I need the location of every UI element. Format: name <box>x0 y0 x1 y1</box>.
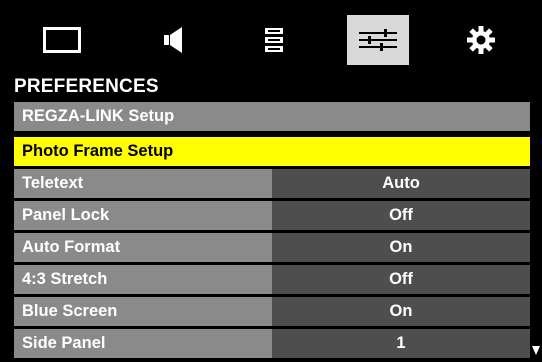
menu-item-value[interactable]: On <box>272 297 530 326</box>
menu-item-label: REGZA-LINK Setup <box>14 102 530 131</box>
menu-item-label: Photo Frame Setup <box>14 137 530 166</box>
menu-item-label: Side Panel <box>14 329 272 358</box>
menu-item-blue-screen[interactable]: Blue Screen On <box>14 297 530 326</box>
menu-item-value[interactable]: Off <box>272 265 530 294</box>
menu-item-panel-lock[interactable]: Panel Lock Off <box>14 201 530 230</box>
tab-sound[interactable] <box>144 15 206 65</box>
menu-item-value[interactable]: Auto <box>272 169 530 198</box>
menu-item-photo-frame-setup[interactable]: Photo Frame Setup <box>14 137 530 166</box>
menu-item-teletext[interactable]: Teletext Auto <box>14 169 530 198</box>
menu-item-value[interactable]: 1 <box>272 329 530 358</box>
menu-item-label: Blue Screen <box>14 297 272 326</box>
tab-picture[interactable] <box>31 15 93 65</box>
tab-settings[interactable] <box>450 15 512 65</box>
down-arrow-icon[interactable] <box>532 346 540 355</box>
menu-item-value[interactable]: Off <box>272 201 530 230</box>
tab-setup[interactable] <box>243 15 305 65</box>
setup-icon <box>264 27 284 53</box>
menu-item-value[interactable]: On <box>272 233 530 262</box>
tab-preferences[interactable] <box>347 15 409 65</box>
picture-icon <box>43 27 81 53</box>
menu-section-title: PREFERENCES <box>14 76 159 97</box>
menu-item-regza-link-setup[interactable]: REGZA-LINK Setup <box>14 102 530 131</box>
settings-gear-icon <box>466 25 496 55</box>
menu-tab-bar <box>25 15 525 67</box>
menu-item-label: 4:3 Stretch <box>14 265 272 294</box>
preferences-icon <box>358 28 398 52</box>
sound-icon <box>162 26 188 54</box>
menu-item-label: Teletext <box>14 169 272 198</box>
tv-settings-menu: PREFERENCES REGZA-LINK Setup Photo Frame… <box>0 0 542 362</box>
menu-item-4-3-stretch[interactable]: 4:3 Stretch Off <box>14 265 530 294</box>
menu-item-auto-format[interactable]: Auto Format On <box>14 233 530 262</box>
menu-item-label: Auto Format <box>14 233 272 262</box>
menu-item-side-panel[interactable]: Side Panel 1 <box>14 329 530 358</box>
menu-item-label: Panel Lock <box>14 201 272 230</box>
